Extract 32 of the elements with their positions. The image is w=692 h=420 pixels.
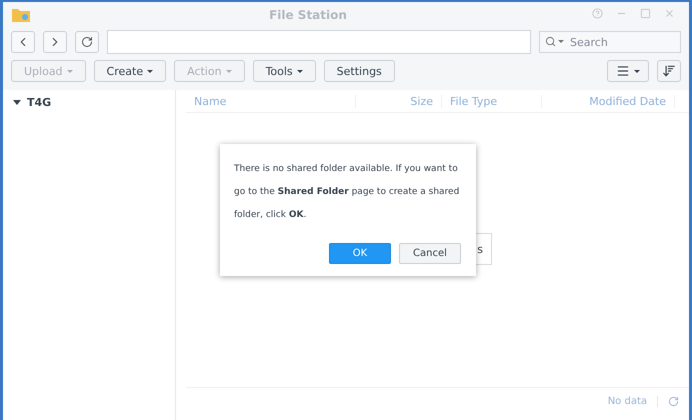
help-icon[interactable] [592,8,602,19]
back-button[interactable] [11,31,35,53]
forward-button[interactable] [43,31,67,53]
column-header[interactable]: File Type [442,94,542,108]
status-text: No data [608,396,658,406]
refresh-button[interactable] [75,31,99,53]
view-menu-button[interactable] [607,60,649,82]
dialog-button[interactable]: Cancel [399,243,461,264]
dialog-message: There is no shared folder available. If you want to go to the Shared Folder page to create a shared folder, click OK. [234,163,460,222]
refresh-icon [81,36,93,48]
toolbar-button[interactable]: Settings [324,60,395,82]
refresh-icon[interactable] [668,396,679,406]
search-icon [545,36,556,47]
folder-icon [11,7,31,23]
tree-item[interactable]: T4G [13,96,165,109]
maximize-icon[interactable] [640,8,650,19]
caret-icon [558,40,564,43]
column-header[interactable]: Modified Date [542,94,675,108]
close-icon[interactable] [664,8,674,19]
path-field[interactable] [107,30,531,54]
dialog-button[interactable]: OK [329,243,391,264]
search-field[interactable]: Search [539,31,681,53]
sort-button[interactable] [657,60,681,82]
window-title: File Station [268,8,348,22]
column-header[interactable]: Size [356,94,442,108]
list-icon [616,64,630,78]
toolbar-button[interactable]: Tools [252,60,316,82]
toolbar-button[interactable]: Create [94,60,166,82]
caret-icon [634,70,640,72]
popup-text: s [477,242,483,256]
sort-icon [662,64,676,78]
column-header[interactable]: Name [186,94,356,108]
